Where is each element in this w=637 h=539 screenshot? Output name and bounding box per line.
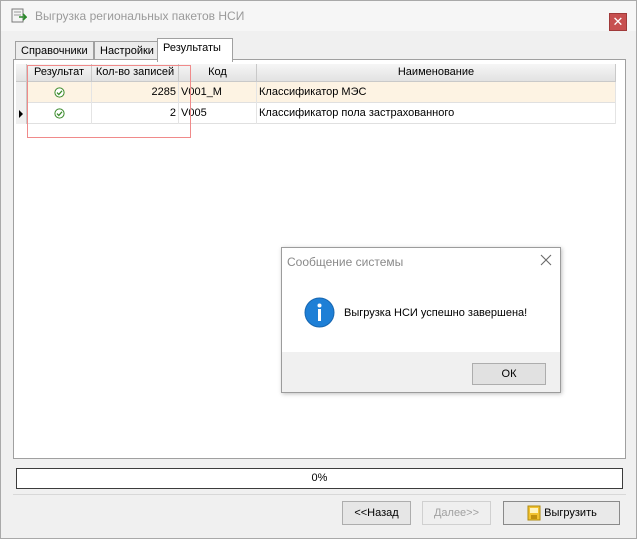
- next-button[interactable]: Далее>>: [422, 501, 491, 525]
- window-close-button[interactable]: ✕: [609, 13, 627, 31]
- tab-results[interactable]: Результаты: [157, 38, 233, 62]
- grid-header: Результат Кол-во записей Код Наименовани…: [16, 64, 616, 82]
- row-indicator: [16, 82, 27, 103]
- result-cell: [27, 82, 92, 103]
- name-cell: Классификатор пола застрахованного: [257, 103, 616, 124]
- dialog-close-icon[interactable]: [539, 253, 553, 267]
- system-message-dialog: Сообщение системы Выгрузка НСИ успешно з…: [281, 247, 561, 393]
- progress-label: 0%: [311, 472, 328, 484]
- upload-button[interactable]: Выгрузить: [503, 501, 620, 525]
- row-indicator-header: [16, 64, 27, 82]
- main-window: Выгрузка региональных пакетов НСИ ✕ Спра…: [0, 0, 637, 539]
- count-cell: 2285: [92, 82, 179, 103]
- upload-icon: [527, 505, 541, 521]
- dialog-footer: ОК: [282, 352, 560, 392]
- row-indicator: [16, 103, 27, 124]
- name-cell: Классификатор МЭС: [257, 82, 616, 103]
- count-cell: 2: [92, 103, 179, 124]
- code-cell: V005: [179, 103, 257, 124]
- result-cell: [27, 103, 92, 124]
- app-export-icon: [11, 8, 27, 23]
- code-cell: V001_M: [179, 82, 257, 103]
- upload-button-label: Выгрузить: [544, 507, 597, 519]
- dialog-message: Выгрузка НСИ успешно завершена!: [344, 307, 528, 319]
- column-header-code[interactable]: Код: [179, 64, 257, 82]
- tab-settings[interactable]: Настройки: [94, 41, 158, 61]
- column-header-count[interactable]: Кол-во записей: [92, 64, 179, 82]
- dialog-title: Сообщение системы: [287, 255, 404, 269]
- tab-references[interactable]: Справочники: [15, 41, 94, 61]
- progress-bar: 0%: [16, 468, 623, 489]
- table-row[interactable]: 2285 V001_M Классификатор МЭС: [16, 82, 616, 103]
- current-row-arrow-icon: [19, 110, 23, 118]
- check-circle-icon: [53, 108, 65, 119]
- title-bar: Выгрузка региональных пакетов НСИ ✕: [1, 1, 636, 31]
- column-header-result[interactable]: Результат: [27, 64, 92, 82]
- close-icon: ✕: [612, 14, 624, 29]
- check-circle-icon: [53, 87, 65, 98]
- window-title: Выгрузка региональных пакетов НСИ: [35, 9, 245, 23]
- footer-divider: [13, 494, 626, 495]
- column-header-name[interactable]: Наименование: [257, 64, 616, 82]
- table-row[interactable]: 2 V005 Классификатор пола застрахованног…: [16, 103, 616, 124]
- ok-button[interactable]: ОК: [472, 363, 546, 385]
- back-button[interactable]: <<Назад: [342, 501, 411, 525]
- info-icon: [304, 297, 335, 328]
